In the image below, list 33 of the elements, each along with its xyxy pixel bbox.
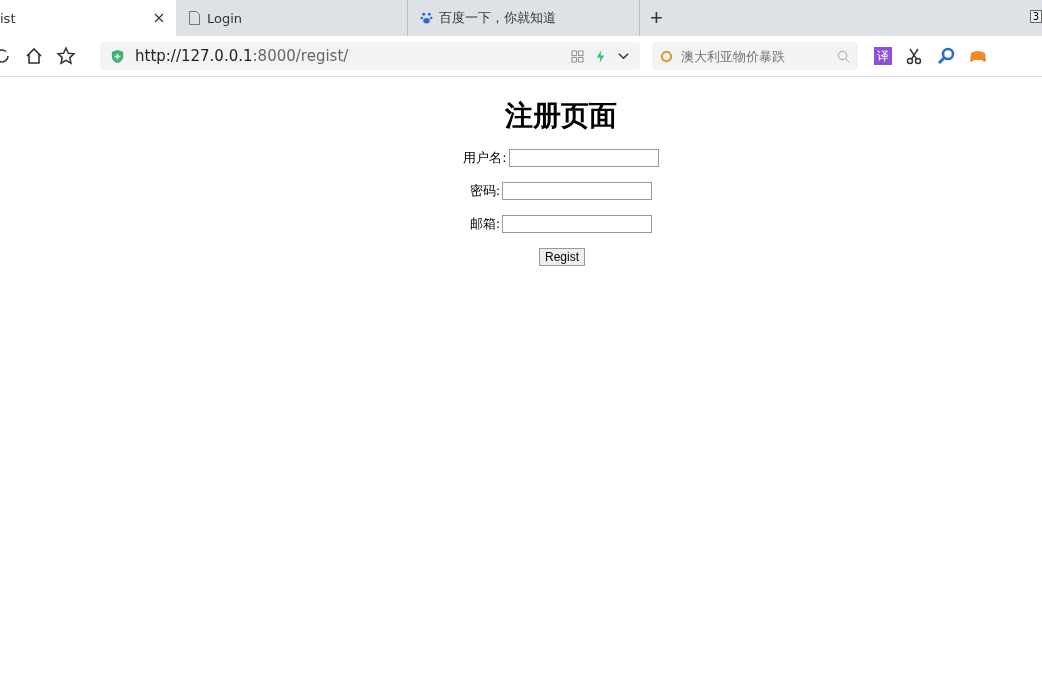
- search-icon[interactable]: [837, 49, 850, 63]
- search-input[interactable]: 澳大利亚物价暴跌: [679, 47, 831, 65]
- translate-button[interactable]: 译: [874, 47, 892, 65]
- submit-button[interactable]: Regist: [539, 248, 585, 266]
- browser-tab[interactable]: ist: [0, 0, 176, 36]
- star-icon[interactable]: [56, 46, 76, 66]
- tab-title: 百度一下，你就知道: [439, 9, 557, 27]
- new-tab-button[interactable]: +: [640, 0, 673, 36]
- lightning-icon[interactable]: [594, 49, 607, 63]
- tab-title: Login: [207, 10, 244, 26]
- browser-tab[interactable]: 百度一下，你就知道: [408, 0, 640, 36]
- input-field[interactable]: [508, 149, 659, 167]
- browser-tab[interactable]: Login: [176, 0, 408, 36]
- page-heading: 注册页面: [504, 98, 617, 134]
- scissors-icon[interactable]: [904, 46, 924, 66]
- home-icon[interactable]: [24, 46, 44, 66]
- window-count-badge: 3: [1029, 10, 1042, 23]
- input-field[interactable]: [502, 215, 653, 233]
- input-field[interactable]: [502, 182, 653, 200]
- shield-icon: [110, 48, 125, 64]
- tab-title: ist: [0, 10, 17, 26]
- search-engine-icon[interactable]: [660, 49, 673, 63]
- page-icon: [188, 11, 201, 25]
- field-label: 用户名:: [463, 149, 507, 167]
- grid-icon[interactable]: [571, 49, 584, 63]
- field-label: 邮箱:: [469, 215, 501, 233]
- paw-icon: [420, 11, 433, 25]
- url-text: http://127.0.0.1:8000/regist/: [135, 47, 350, 65]
- address-bar[interactable]: http://127.0.0.1:8000/regist/: [100, 42, 640, 70]
- search-field[interactable]: 澳大利亚物价暴跌: [652, 42, 858, 70]
- field-label: 密码:: [469, 182, 501, 200]
- magnifier-icon[interactable]: [936, 46, 956, 66]
- close-icon[interactable]: [154, 13, 164, 23]
